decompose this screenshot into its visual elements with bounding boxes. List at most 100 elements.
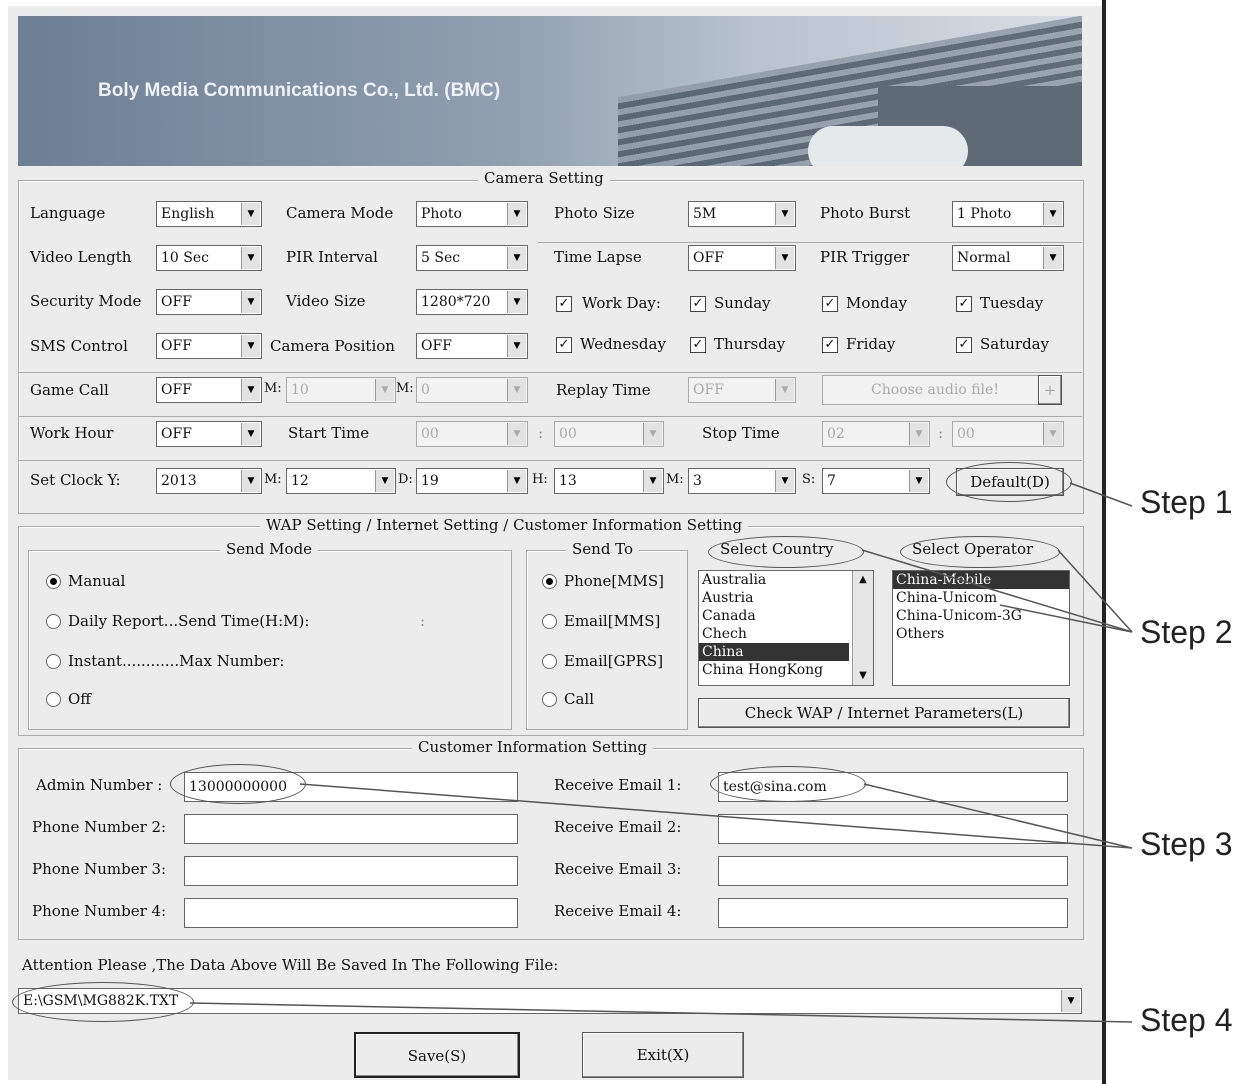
start-time-minute-select[interactable]: 00 ▼ [554,421,664,447]
check-wap-button[interactable]: Check WAP / Internet Parameters(L) [698,698,1070,728]
chevron-down-icon: ▼ [507,247,526,269]
tuesday-checkbox[interactable]: ✓ [956,296,972,312]
pir-interval-label: PIR Interval [286,248,378,266]
phone-number-2-input[interactable] [184,814,518,844]
manual-radio[interactable] [46,574,61,589]
sms-control-label: SMS Control [30,337,128,355]
row-divider [18,372,1082,373]
clock-minute-select[interactable]: 3 ▼ [688,468,796,494]
photo-size-select[interactable]: 5M ▼ [688,201,796,227]
sms-control-select[interactable]: OFF ▼ [156,333,262,359]
instant-label: Instant............Max Number: [68,652,285,670]
chevron-down-icon: ▼ [1061,990,1080,1012]
clock-day-label: D: [398,472,413,487]
country-item[interactable]: Austria [699,589,873,607]
thursday-checkbox[interactable]: ✓ [690,337,706,353]
phone-number-4-input[interactable] [184,898,518,928]
game-call-select[interactable]: OFF ▼ [156,377,262,403]
security-mode-select[interactable]: OFF ▼ [156,289,262,315]
call-label: Call [564,690,595,708]
country-scrollbar[interactable]: ▲ ▼ [852,571,873,685]
daily-time-separator: : [420,612,426,630]
pir-interval-select[interactable]: 5 Sec ▼ [416,245,528,271]
country-item[interactable]: Australia [699,571,873,589]
saturday-checkbox[interactable]: ✓ [956,337,972,353]
photo-burst-label: Photo Burst [820,204,911,222]
wednesday-label: Wednesday [580,335,666,353]
send-to-legend: Send To [566,540,640,558]
monday-checkbox[interactable]: ✓ [822,296,838,312]
operator-item[interactable]: China-Unicom [893,589,1069,607]
daily-report-radio[interactable] [46,614,61,629]
game-call-n-select[interactable]: 0 ▼ [416,377,528,403]
work-hour-select[interactable]: OFF ▼ [156,421,262,447]
phone-number-3-input[interactable] [184,856,518,886]
language-select[interactable]: English ▼ [156,201,262,227]
game-call-m-select[interactable]: 10 ▼ [286,377,396,403]
receive-email-3-label: Receive Email 3: [554,860,682,878]
operator-listbox[interactable]: China-Mobile China-Unicom China-Unicom-3… [892,570,1070,686]
email-mms-radio[interactable] [542,614,557,629]
video-size-select[interactable]: 1280*720 ▼ [416,289,528,315]
sunday-checkbox[interactable]: ✓ [690,296,706,312]
step2-operator-highlight [900,536,1060,568]
step-4-label: Step 4 [1140,1002,1233,1038]
tuesday-label: Tuesday [980,294,1044,312]
country-item[interactable]: China HongKong [699,661,873,679]
camera-mode-select[interactable]: Photo ▼ [416,201,528,227]
operator-item-selected[interactable]: China-Mobile [893,571,1069,589]
clock-hour-select[interactable]: 13 ▼ [554,468,664,494]
phone-mms-radio[interactable] [542,574,557,589]
chevron-down-icon: ▼ [241,423,260,445]
receive-email-2-label: Receive Email 2: [554,818,682,836]
stop-time-separator: : [938,424,944,442]
video-length-select[interactable]: 10 Sec ▼ [156,245,262,271]
stop-time-hour-select[interactable]: 02 ▼ [822,421,930,447]
camera-position-select[interactable]: OFF ▼ [416,333,528,359]
save-button[interactable]: Save(S) [354,1032,520,1078]
step4-file-highlight [12,982,194,1022]
email-gprs-label: Email[GPRS] [564,652,664,670]
receive-email-2-input[interactable] [718,814,1068,844]
operator-item[interactable]: China-Unicom-3G [893,607,1069,625]
instant-radio[interactable] [46,654,61,669]
choose-audio-field[interactable]: Choose audio file! [822,375,1044,405]
phone-number-2-label: Phone Number 2: [32,818,167,836]
country-listbox[interactable]: Australia Austria Canada Chech China Chi… [698,570,874,686]
email-gprs-radio[interactable] [542,654,557,669]
chevron-down-icon: ▼ [375,470,394,492]
chevron-down-icon: ▼ [241,247,260,269]
pir-trigger-select[interactable]: Normal ▼ [952,245,1064,271]
off-radio[interactable] [46,692,61,707]
clock-month-select[interactable]: 12 ▼ [286,468,396,494]
call-radio[interactable] [542,692,557,707]
clock-year-select[interactable]: 2013 ▼ [156,468,262,494]
work-day-checkbox[interactable]: ✓ [556,296,572,312]
scroll-up-icon[interactable]: ▲ [853,571,873,589]
photo-burst-select[interactable]: 1 Photo ▼ [952,201,1064,227]
exit-button[interactable]: Exit(X) [582,1032,744,1078]
chevron-down-icon: ▼ [507,335,526,357]
app-window: Boly Media Communications Co., Ltd. (BMC… [8,6,1104,1080]
start-time-hour-select[interactable]: 00 ▼ [416,421,528,447]
clock-second-select[interactable]: 7 ▼ [822,468,930,494]
scroll-down-icon[interactable]: ▼ [853,667,873,685]
country-item[interactable]: Canada [699,607,873,625]
country-item[interactable]: Chech [699,625,873,643]
clock-day-select[interactable]: 19 ▼ [416,468,528,494]
chevron-down-icon: ▼ [241,470,260,492]
receive-email-4-input[interactable] [718,898,1068,928]
time-lapse-select[interactable]: OFF ▼ [688,245,796,271]
stop-time-minute-select[interactable]: 00 ▼ [952,421,1064,447]
country-item-selected[interactable]: China [699,643,849,661]
chevron-down-icon: ▼ [909,423,928,445]
figure-divider [1102,0,1106,1084]
add-audio-button[interactable]: + [1038,375,1062,405]
receive-email-3-input[interactable] [718,856,1068,886]
operator-item[interactable]: Others [893,625,1069,643]
wednesday-checkbox[interactable]: ✓ [556,337,572,353]
friday-checkbox[interactable]: ✓ [822,337,838,353]
sunday-label: Sunday [714,294,771,312]
chevron-down-icon: ▼ [507,203,526,225]
replay-time-select[interactable]: OFF ▼ [688,377,796,403]
